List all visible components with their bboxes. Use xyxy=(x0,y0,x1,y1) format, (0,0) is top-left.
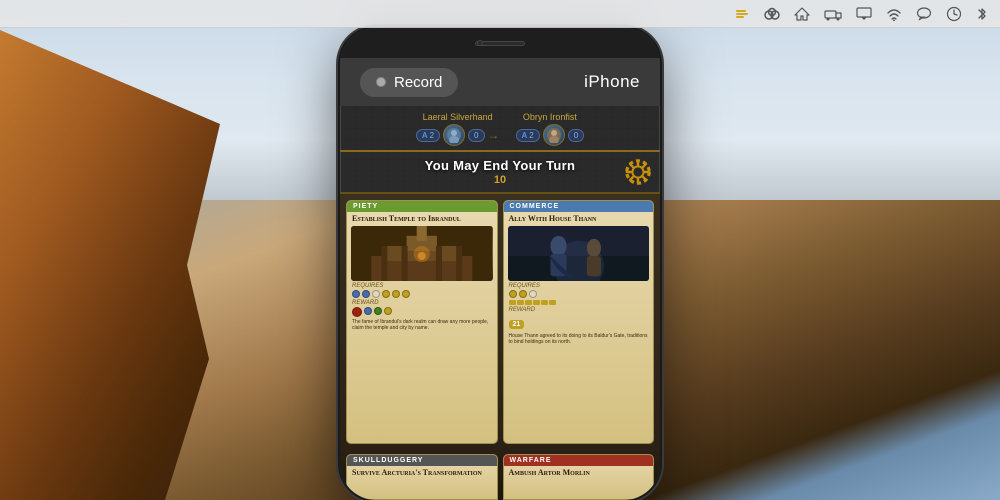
card-3-partial[interactable]: WARFARE Ambush Artor Morlin xyxy=(503,454,655,500)
bonus-bar xyxy=(533,300,540,305)
iphone-frame: Record iPhone Laeral Silverhand A 2 xyxy=(340,28,660,500)
home-icon[interactable] xyxy=(794,6,810,22)
bonus-bar xyxy=(541,300,548,305)
card-1-details: REQUIRES REWARD xyxy=(504,281,654,443)
pip-white-1 xyxy=(372,290,380,298)
player2-stat-b: 0 xyxy=(568,129,584,142)
card-1-reward-value: 21 xyxy=(509,320,525,329)
card-0-requires-label: REQUIRES xyxy=(352,283,492,289)
player1-info: Laeral Silverhand A 2 0 xyxy=(416,112,500,146)
player2-stats: A 2 0 xyxy=(516,124,585,146)
card-0-body: The fame of Ibrandul's dark realm can dr… xyxy=(352,319,492,332)
messages-icon[interactable] xyxy=(916,6,932,22)
pip-yellow-1 xyxy=(382,290,390,298)
bonus-bar xyxy=(525,300,532,305)
card-1-requires-icons xyxy=(509,290,649,298)
player1-name: Laeral Silverhand xyxy=(423,112,493,122)
card-2-category: SKULLDUGGERY xyxy=(347,455,497,466)
wifi-icon[interactable] xyxy=(886,7,902,21)
pip-green-r1 xyxy=(374,307,382,315)
record-dot-icon xyxy=(376,77,386,87)
pip-yellow-r1 xyxy=(384,307,392,315)
card-2-partial[interactable]: SKULLDUGGERY Survive Arcturia's Transfor… xyxy=(346,454,498,500)
bonus-bar xyxy=(549,300,556,305)
creative-cloud-icon[interactable] xyxy=(764,7,780,21)
player1-stats: A 2 0 → xyxy=(416,124,500,146)
card-0-image xyxy=(351,226,493,281)
pip-blue-1 xyxy=(352,290,360,298)
pip-w1 xyxy=(529,290,537,298)
bluetooth-icon[interactable] xyxy=(976,6,988,22)
card-1-category: COMMERCE xyxy=(504,201,654,212)
card-0-requires-icons xyxy=(352,290,492,298)
clock-icon[interactable] xyxy=(946,6,962,22)
player2-stat-a: A 2 xyxy=(516,129,540,142)
bonus-bar xyxy=(509,300,516,305)
pip-blue-2 xyxy=(362,290,370,298)
turn-message: You May End Your Turn xyxy=(346,158,654,173)
cards-grid: PIETY Establish Temple to Ibrandul xyxy=(340,194,660,450)
card-1-title: Ally With House Thann xyxy=(504,212,654,226)
card-0-title: Establish Temple to Ibrandul xyxy=(347,212,497,226)
card-0-reward-label: REWARD xyxy=(352,300,492,306)
ulysses-icon[interactable] xyxy=(734,6,750,22)
pip-blue-r1 xyxy=(364,307,372,315)
card-0-reward-icons xyxy=(352,307,492,317)
iphone-device-label: iPhone xyxy=(584,72,640,92)
record-bar: Record iPhone xyxy=(340,58,660,106)
player2-info: Obryn Ironfist A 2 0 xyxy=(516,112,585,146)
airplay-icon[interactable] xyxy=(856,6,872,22)
card-3-title: Ambush Artor Morlin xyxy=(504,466,654,480)
turn-bar: You May End Your Turn 10 xyxy=(340,152,660,194)
player2-avatar xyxy=(543,124,565,146)
card-1[interactable]: COMMERCE Ally With House Thann xyxy=(503,200,655,444)
card-0-category: PIETY xyxy=(347,201,497,212)
iphone-screen: Laeral Silverhand A 2 0 xyxy=(340,106,660,500)
pip-red-1 xyxy=(352,307,362,317)
players-bar: Laeral Silverhand A 2 0 xyxy=(340,106,660,152)
card-2-title: Survive Arcturia's Transformation xyxy=(347,466,497,480)
player1-stat-b: 0 xyxy=(468,129,484,142)
pip-y2 xyxy=(519,290,527,298)
pip-yellow-3 xyxy=(402,290,410,298)
settings-gear-icon[interactable] xyxy=(622,156,654,188)
player1-avatar xyxy=(443,124,465,146)
card-1-image xyxy=(508,226,650,281)
card-0-details: REQUIRES REWARD xyxy=(347,281,497,443)
cards-bottom-row: SKULLDUGGERY Survive Arcturia's Transfor… xyxy=(340,450,660,500)
menubar xyxy=(0,0,1000,28)
pip-y1 xyxy=(509,290,517,298)
player1-stat-a: A 2 xyxy=(416,129,440,142)
iphone-camera xyxy=(477,40,483,46)
card-3-category: WARFARE xyxy=(504,455,654,466)
record-label: Record xyxy=(394,74,442,91)
bonus-bar xyxy=(517,300,524,305)
menubar-icons xyxy=(734,6,988,22)
card-0[interactable]: PIETY Establish Temple to Ibrandul xyxy=(346,200,498,444)
player2-name: Obryn Ironfist xyxy=(523,112,577,122)
player-arrow: → xyxy=(488,128,500,142)
card-1-requires-label: REQUIRES xyxy=(509,283,649,289)
iphone-top-bar xyxy=(340,28,660,58)
record-button[interactable]: Record xyxy=(360,68,458,97)
turn-number: 10 xyxy=(346,174,654,186)
pip-yellow-2 xyxy=(392,290,400,298)
truck-icon[interactable] xyxy=(824,7,842,21)
card-1-reward-label: REWARD xyxy=(509,307,649,313)
card-1-body: House Thann agreed to its doing to its B… xyxy=(509,333,649,346)
